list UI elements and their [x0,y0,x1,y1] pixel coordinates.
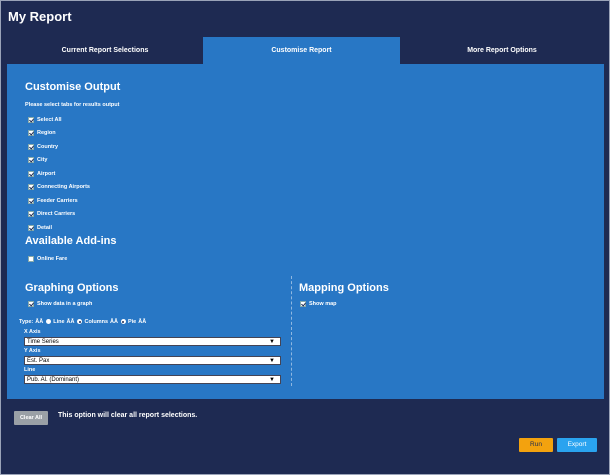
radio-columns[interactable] [77,319,83,324]
export-button[interactable]: Export [557,438,597,452]
checkbox-label: City [37,156,48,163]
y-axis-label: Y Axis [24,348,41,354]
checkbox-region[interactable]: Region [28,128,56,137]
checkbox-box [28,255,34,262]
checkbox-box [28,210,34,217]
clear-all-description: This option will clear all report select… [58,412,198,419]
chevron-down-icon: ▼ [269,377,275,383]
checkbox-label: Show data in a graph [37,300,93,307]
checkbox-city[interactable]: City [28,155,47,164]
checkbox-label: Show map [309,300,337,307]
chevron-down-icon: ▼ [269,358,275,364]
x-axis-value: Time Series [27,339,59,345]
checkbox-box [28,143,34,150]
checkbox-label: Online Fare [37,255,68,262]
checkbox-show-map[interactable]: Show map [300,299,337,308]
checkbox-label: Detail [37,224,52,231]
checkbox-online-fare[interactable]: Online Fare [28,254,67,263]
graph-type-label: Type: [19,318,34,325]
checkbox-select-all[interactable]: Select All [28,115,62,124]
checkbox-box [28,300,34,307]
radio-line-label: Line [53,318,65,325]
run-button[interactable]: Run [519,438,553,452]
checkbox-box [300,300,306,307]
tab-bar: Current Report Selections Customise Repo… [7,37,604,64]
checkbox-box [28,116,34,123]
checkbox-label: Select All [37,116,62,123]
glyph-text: ÂÂ [66,318,75,325]
addins-heading: Available Add-ins [25,235,117,247]
checkbox-box [28,156,34,163]
clear-all-button[interactable]: Clear All [14,411,48,425]
checkbox-box [28,183,34,190]
checkbox-label: Region [37,129,56,136]
glyph-text: ÂÂ [138,318,147,325]
glyph-text: ÂÂ [35,318,44,325]
customise-output-heading: Customise Output [25,81,121,93]
customise-output-instruction: Please select tabs for results output [25,102,120,108]
glyph-text: ÂÂ [110,318,118,325]
y-axis-select[interactable]: Est. Pax ▼ [24,356,281,365]
customise-panel [7,64,604,399]
x-axis-label: X Axis [24,329,41,335]
checkbox-detail[interactable]: Detail [28,223,52,232]
checkbox-country[interactable]: Country [28,142,58,151]
graphing-options-heading: Graphing Options [25,282,119,294]
chevron-down-icon: ▼ [269,339,275,345]
checkbox-label: Direct Carriers [37,210,76,217]
checkbox-box [28,197,34,204]
radio-pie-label: Pie [127,318,137,325]
radio-line[interactable] [46,319,52,324]
checkbox-airport[interactable]: Airport [28,169,55,178]
checkbox-label: Connecting Airports [37,183,90,190]
x-axis-select[interactable]: Time Series ▼ [24,337,281,346]
checkbox-show-graph[interactable]: Show data in a graph [28,299,92,308]
radio-pie[interactable] [120,319,126,324]
window-title: My Report [8,9,72,24]
checkbox-label: Country [37,143,59,150]
graph-type-row: Type: ÂÂ Line ÂÂ Columns ÂÂ Pie ÂÂ [19,317,146,326]
line-value: Pub. Al. (Dominant) [27,377,80,383]
checkbox-box [28,224,34,231]
checkbox-direct-carriers[interactable]: Direct Carriers [28,209,75,218]
mapping-options-heading: Mapping Options [299,282,389,294]
tab-current-report-selections[interactable]: Current Report Selections [7,37,203,64]
checkbox-feeder-carriers[interactable]: Feeder Carriers [28,196,78,205]
tab-customise-report[interactable]: Customise Report [203,37,400,64]
checkbox-label: Airport [37,170,56,177]
checkbox-label: Feeder Carriers [37,197,78,204]
section-divider [291,276,292,386]
checkbox-box [28,170,34,177]
radio-columns-label: Columns [84,318,109,325]
y-axis-value: Est. Pax [27,358,50,364]
line-select[interactable]: Pub. Al. (Dominant) ▼ [24,375,281,384]
checkbox-box [28,129,34,136]
tab-more-report-options[interactable]: More Report Options [400,37,604,64]
checkbox-connecting-airports[interactable]: Connecting Airports [28,182,90,191]
line-label: Line [24,367,36,373]
report-window: My Report Current Report Selections Cust… [0,0,610,475]
